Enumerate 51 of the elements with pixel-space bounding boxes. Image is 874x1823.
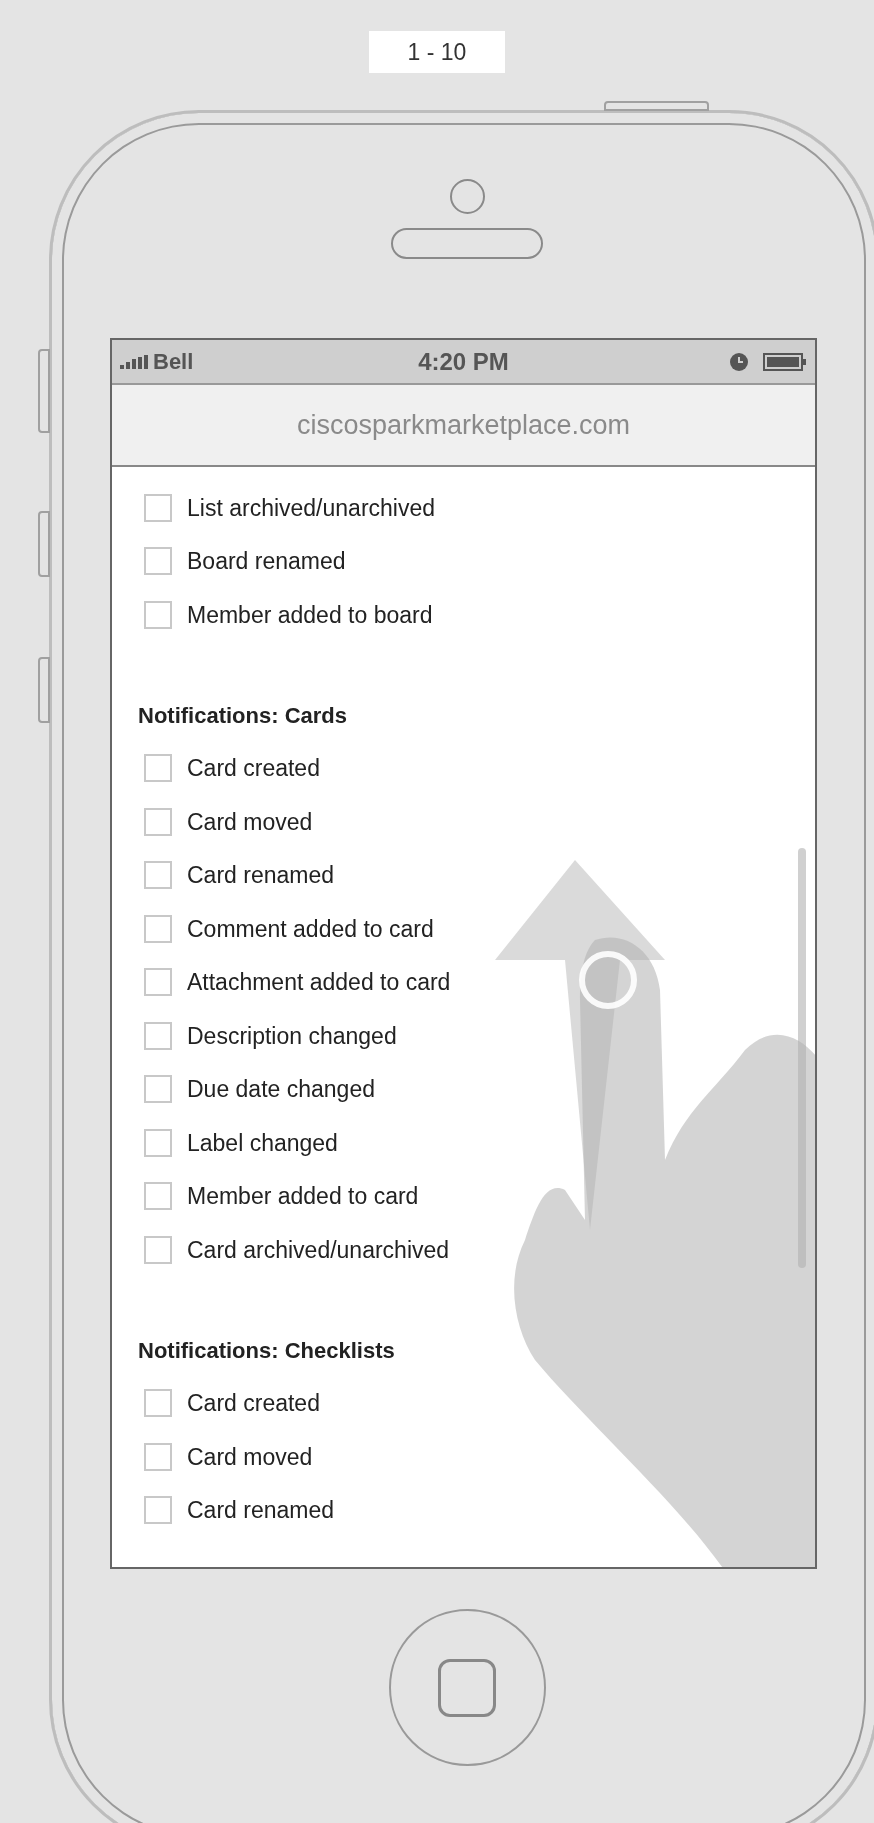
side-button[interactable] xyxy=(38,657,50,723)
checkbox[interactable] xyxy=(144,600,172,629)
side-button[interactable] xyxy=(38,349,50,433)
checkbox-label: Member added to board xyxy=(187,600,433,630)
address-bar[interactable]: ciscosparkmarketplace.com xyxy=(112,385,815,467)
checkbox-label: Comment added to card xyxy=(187,914,434,944)
checkbox[interactable] xyxy=(144,1389,172,1418)
checkbox[interactable] xyxy=(144,914,172,943)
checkbox[interactable] xyxy=(144,754,172,783)
checkbox-label: Board renamed xyxy=(187,547,346,576)
checkbox[interactable] xyxy=(144,1075,172,1104)
checkbox-label: List archived/unarchived xyxy=(187,493,436,523)
checkbox-label: Label changed xyxy=(187,1128,338,1158)
camera-icon xyxy=(449,179,485,214)
checkbox-label: Card archived/unarchived xyxy=(187,1235,450,1265)
carrier-name: Bell xyxy=(153,348,194,376)
scroll-bar[interactable] xyxy=(798,848,806,1268)
checkbox-label: Description changed xyxy=(187,1021,397,1051)
home-button[interactable] xyxy=(388,1609,546,1766)
checkbox[interactable] xyxy=(144,1442,172,1471)
section-heading: Notifications: Cards xyxy=(138,701,348,730)
checkbox[interactable] xyxy=(144,1496,172,1525)
home-square-icon xyxy=(438,1658,496,1717)
checkbox-label: Card moved xyxy=(187,807,313,837)
checkbox[interactable] xyxy=(144,1021,172,1050)
checkbox-label: Card renamed xyxy=(187,1496,335,1525)
checkbox-label: Attachment added to card xyxy=(187,968,451,997)
status-time: 4:20 PM xyxy=(417,346,510,377)
checkbox[interactable] xyxy=(144,547,172,576)
checkbox-label: Card renamed xyxy=(187,861,335,890)
checkbox-label: Card created xyxy=(187,1389,320,1418)
checkbox[interactable] xyxy=(144,968,172,997)
checkbox[interactable] xyxy=(144,493,172,522)
checkbox-label: Card created xyxy=(187,754,320,783)
checkbox[interactable] xyxy=(144,1182,172,1211)
side-button[interactable] xyxy=(38,511,50,577)
checkbox[interactable] xyxy=(144,1128,172,1157)
speaker-icon xyxy=(391,228,543,259)
checkbox[interactable] xyxy=(144,861,172,890)
top-button[interactable] xyxy=(604,101,709,111)
url-text: ciscosparkmarketplace.com xyxy=(296,408,631,442)
checkbox-label: Due date changed xyxy=(187,1075,375,1104)
checkbox[interactable] xyxy=(144,807,172,836)
page-label: 1 - 10 xyxy=(369,31,505,73)
checkbox-label: Card moved xyxy=(187,1442,313,1472)
checkbox-label: Member added to card xyxy=(187,1182,419,1211)
clock-icon xyxy=(729,351,749,372)
signal-icon xyxy=(120,354,148,369)
checkbox[interactable] xyxy=(144,1235,172,1264)
battery-icon xyxy=(763,352,807,371)
section-heading: Notifications: Checklists xyxy=(138,1336,395,1365)
